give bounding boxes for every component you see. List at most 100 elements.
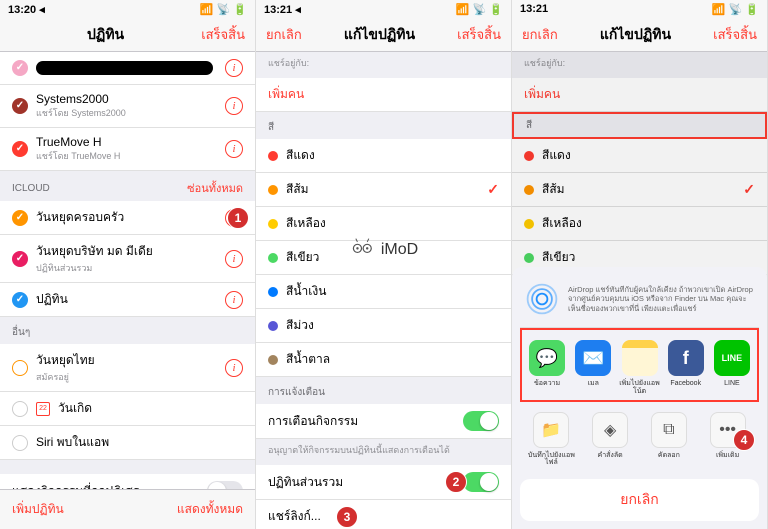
status-bar: 13:21 📶 📡 🔋 <box>512 0 767 18</box>
action-label: คัดลอก <box>658 452 680 460</box>
color-swatch-icon <box>268 185 278 195</box>
action-copy[interactable]: ⧉คัดลอก <box>640 412 699 467</box>
birthday-icon: 22 <box>36 402 50 416</box>
calendar-row[interactable]: 22 วันเกิด <box>0 392 255 426</box>
add-person-row: เพิ่มคน <box>512 78 767 112</box>
color-swatch-icon <box>524 253 534 263</box>
calendar-name: วันหยุดไทย <box>36 351 217 370</box>
group-header-color-highlighted: สี <box>512 112 767 139</box>
cancel-button[interactable]: ยกเลิก <box>522 24 558 45</box>
checkbox-checked-icon[interactable] <box>12 98 28 114</box>
color-label: สีเหลือง <box>286 214 326 233</box>
toggle-switch[interactable] <box>463 472 499 492</box>
calendar-name: วันหยุดครอบครัว <box>36 208 217 227</box>
status-time: 13:20 ◂ <box>8 3 45 16</box>
calendar-row[interactable]: i <box>0 52 255 85</box>
color-row-purple[interactable]: สีม่วง <box>256 309 511 343</box>
info-icon[interactable]: i <box>225 250 243 268</box>
share-app-facebook[interactable]: fFacebook <box>663 340 709 395</box>
calendar-name: TrueMove H <box>36 135 217 149</box>
color-label: สีแดง <box>286 146 315 165</box>
add-calendar-button[interactable]: เพิ่มปฏิทิน <box>12 500 64 519</box>
alerts-note: อนุญาตให้กิจกรรมบนปฏิทินนี้แสดงการเตือนไ… <box>256 439 511 465</box>
info-icon[interactable]: i <box>225 291 243 309</box>
screen-share-sheet: 13:21 📶 📡 🔋 ยกเลิก แก้ไขปฏิทิน เสร็จสิ้น… <box>512 0 768 529</box>
color-label: สีเขียว <box>286 248 319 267</box>
color-row-yellow[interactable]: สีเหลือง <box>256 207 511 241</box>
color-swatch-icon <box>268 287 278 297</box>
row-label: การเตือนกิจกรรม <box>268 412 455 431</box>
color-row-blue[interactable]: สีน้ำเงิน <box>256 275 511 309</box>
color-row-orange[interactable]: สีส้ม✓ <box>256 173 511 207</box>
info-icon[interactable]: i <box>225 140 243 158</box>
color-swatch-icon <box>268 321 278 331</box>
calendar-row[interactable]: Systems2000แชร์โดย Systems2000 i <box>0 85 255 128</box>
action-save-files[interactable]: 📁บันทึกไปยังแอพไฟล์ <box>522 412 581 467</box>
event-alerts-row[interactable]: การเตือนกิจกรรม <box>256 404 511 439</box>
color-row-orange: สีส้ม✓ <box>512 173 767 207</box>
airdrop-text: AirDrop แชร์ทันทีกับผู้คนใกล้เคียง ถ้าพว… <box>568 285 755 314</box>
calendar-row[interactable]: TrueMove Hแชร์โดย TrueMove H i <box>0 128 255 171</box>
cancel-button[interactable]: ยกเลิก <box>266 24 302 45</box>
airdrop-section[interactable]: AirDrop แชร์ทันทีกับผู้คนใกล้เคียง ถ้าพว… <box>520 275 759 328</box>
share-app-mail[interactable]: ✉️เมล <box>570 340 616 395</box>
checkbox-unchecked-icon[interactable] <box>12 360 28 376</box>
share-cancel-button[interactable]: ยกเลิก <box>520 479 759 521</box>
color-swatch-icon <box>268 253 278 263</box>
toggle-switch[interactable] <box>463 411 499 431</box>
status-indicators: 📶 📡 🔋 <box>456 3 503 16</box>
checkbox-checked-icon[interactable] <box>12 141 28 157</box>
share-apps-row: 💬ข้อความ ✉️เมล เพิ่มไปยังแอพโน้ต fFacebo… <box>520 328 759 401</box>
add-person-row[interactable]: เพิ่มคน <box>256 78 511 112</box>
action-label: คำสั่งลัด <box>598 452 623 460</box>
shared-with-label: แชร์อยู่กับ: <box>256 52 511 78</box>
edit-content: แชร์อยู่กับ: เพิ่มคน สี สีแดง สีส้ม✓ สีเ… <box>256 52 511 529</box>
calendar-sub: สมัครอยู่ <box>36 370 217 384</box>
share-app-line[interactable]: LINELINE <box>709 340 755 395</box>
calendar-name: วันเกิด <box>58 399 243 418</box>
hide-all-button[interactable]: ซ่อนทั้งหมด <box>187 179 243 197</box>
checkbox-checked-icon[interactable] <box>12 210 28 226</box>
info-icon[interactable]: i <box>225 359 243 377</box>
info-icon[interactable]: i <box>225 97 243 115</box>
status-time: 13:21 <box>520 3 548 15</box>
app-label: LINE <box>724 380 740 388</box>
done-button[interactable]: เสร็จสิ้น <box>457 24 501 45</box>
notes-icon <box>622 340 658 376</box>
calendar-row[interactable]: ปฏิทิน i <box>0 283 255 317</box>
share-app-notes[interactable]: เพิ่มไปยังแอพโน้ต <box>616 340 662 395</box>
status-indicators: 📶 📡 🔋 <box>200 3 247 16</box>
share-app-messages[interactable]: 💬ข้อความ <box>524 340 570 395</box>
info-icon[interactable]: i <box>225 59 243 77</box>
checkbox-unchecked-icon[interactable] <box>12 435 28 451</box>
color-swatch-icon <box>268 355 278 365</box>
nav-title: แก้ไขปฏิทิน <box>344 24 415 46</box>
public-calendar-row[interactable]: ปฏิทินส่วนรวม 2 <box>256 465 511 500</box>
color-label: สีม่วง <box>286 316 314 335</box>
done-button[interactable]: เสร็จสิ้น <box>713 24 757 45</box>
share-link-row[interactable]: แชร์ลิงก์... 3 <box>256 500 511 529</box>
color-row-green[interactable]: สีเขียว <box>256 241 511 275</box>
color-row-red[interactable]: สีแดง <box>256 139 511 173</box>
done-button[interactable]: เสร็จสิ้น <box>201 24 245 45</box>
checkbox-checked-icon[interactable] <box>12 251 28 267</box>
color-row-brown[interactable]: สีน้ำตาล <box>256 343 511 377</box>
share-actions-row: 📁บันทึกไปยังแอพไฟล์ ◈คำสั่งลัด ⧉คัดลอก •… <box>520 402 759 471</box>
checkbox-checked-icon[interactable] <box>12 292 28 308</box>
calendar-sub: แชร์โดย TrueMove H <box>36 149 217 163</box>
action-shortcuts[interactable]: ◈คำสั่งลัด <box>581 412 640 467</box>
color-label: สีน้ำเงิน <box>286 282 326 301</box>
calendar-row[interactable]: วันหยุดครอบครัว i 1 <box>0 201 255 235</box>
edit-content-dimmed: แชร์อยู่กับ: เพิ่มคน สี สีแดง สีส้ม✓ สีเ… <box>512 52 767 529</box>
calendar-row[interactable]: Siri พบในแอพ <box>0 426 255 460</box>
action-label: เพิ่มเติม <box>716 452 739 460</box>
calendar-name: วันหยุดบริษัท มด มีเดีย <box>36 242 217 261</box>
group-header-icloud: ICLOUD ซ่อนทั้งหมด <box>0 171 255 201</box>
calendar-row[interactable]: วันหยุดบริษัท มด มีเดียปฏิทินส่วนรวม i <box>0 235 255 283</box>
checkbox-checked-icon[interactable] <box>12 60 28 76</box>
annotation-badge-3: 3 <box>336 506 358 528</box>
show-all-button[interactable]: แสดงทั้งหมด <box>177 500 243 519</box>
checkbox-unchecked-icon[interactable] <box>12 401 28 417</box>
calendar-row[interactable]: วันหยุดไทยสมัครอยู่ i <box>0 344 255 392</box>
app-label: Facebook <box>670 380 701 388</box>
